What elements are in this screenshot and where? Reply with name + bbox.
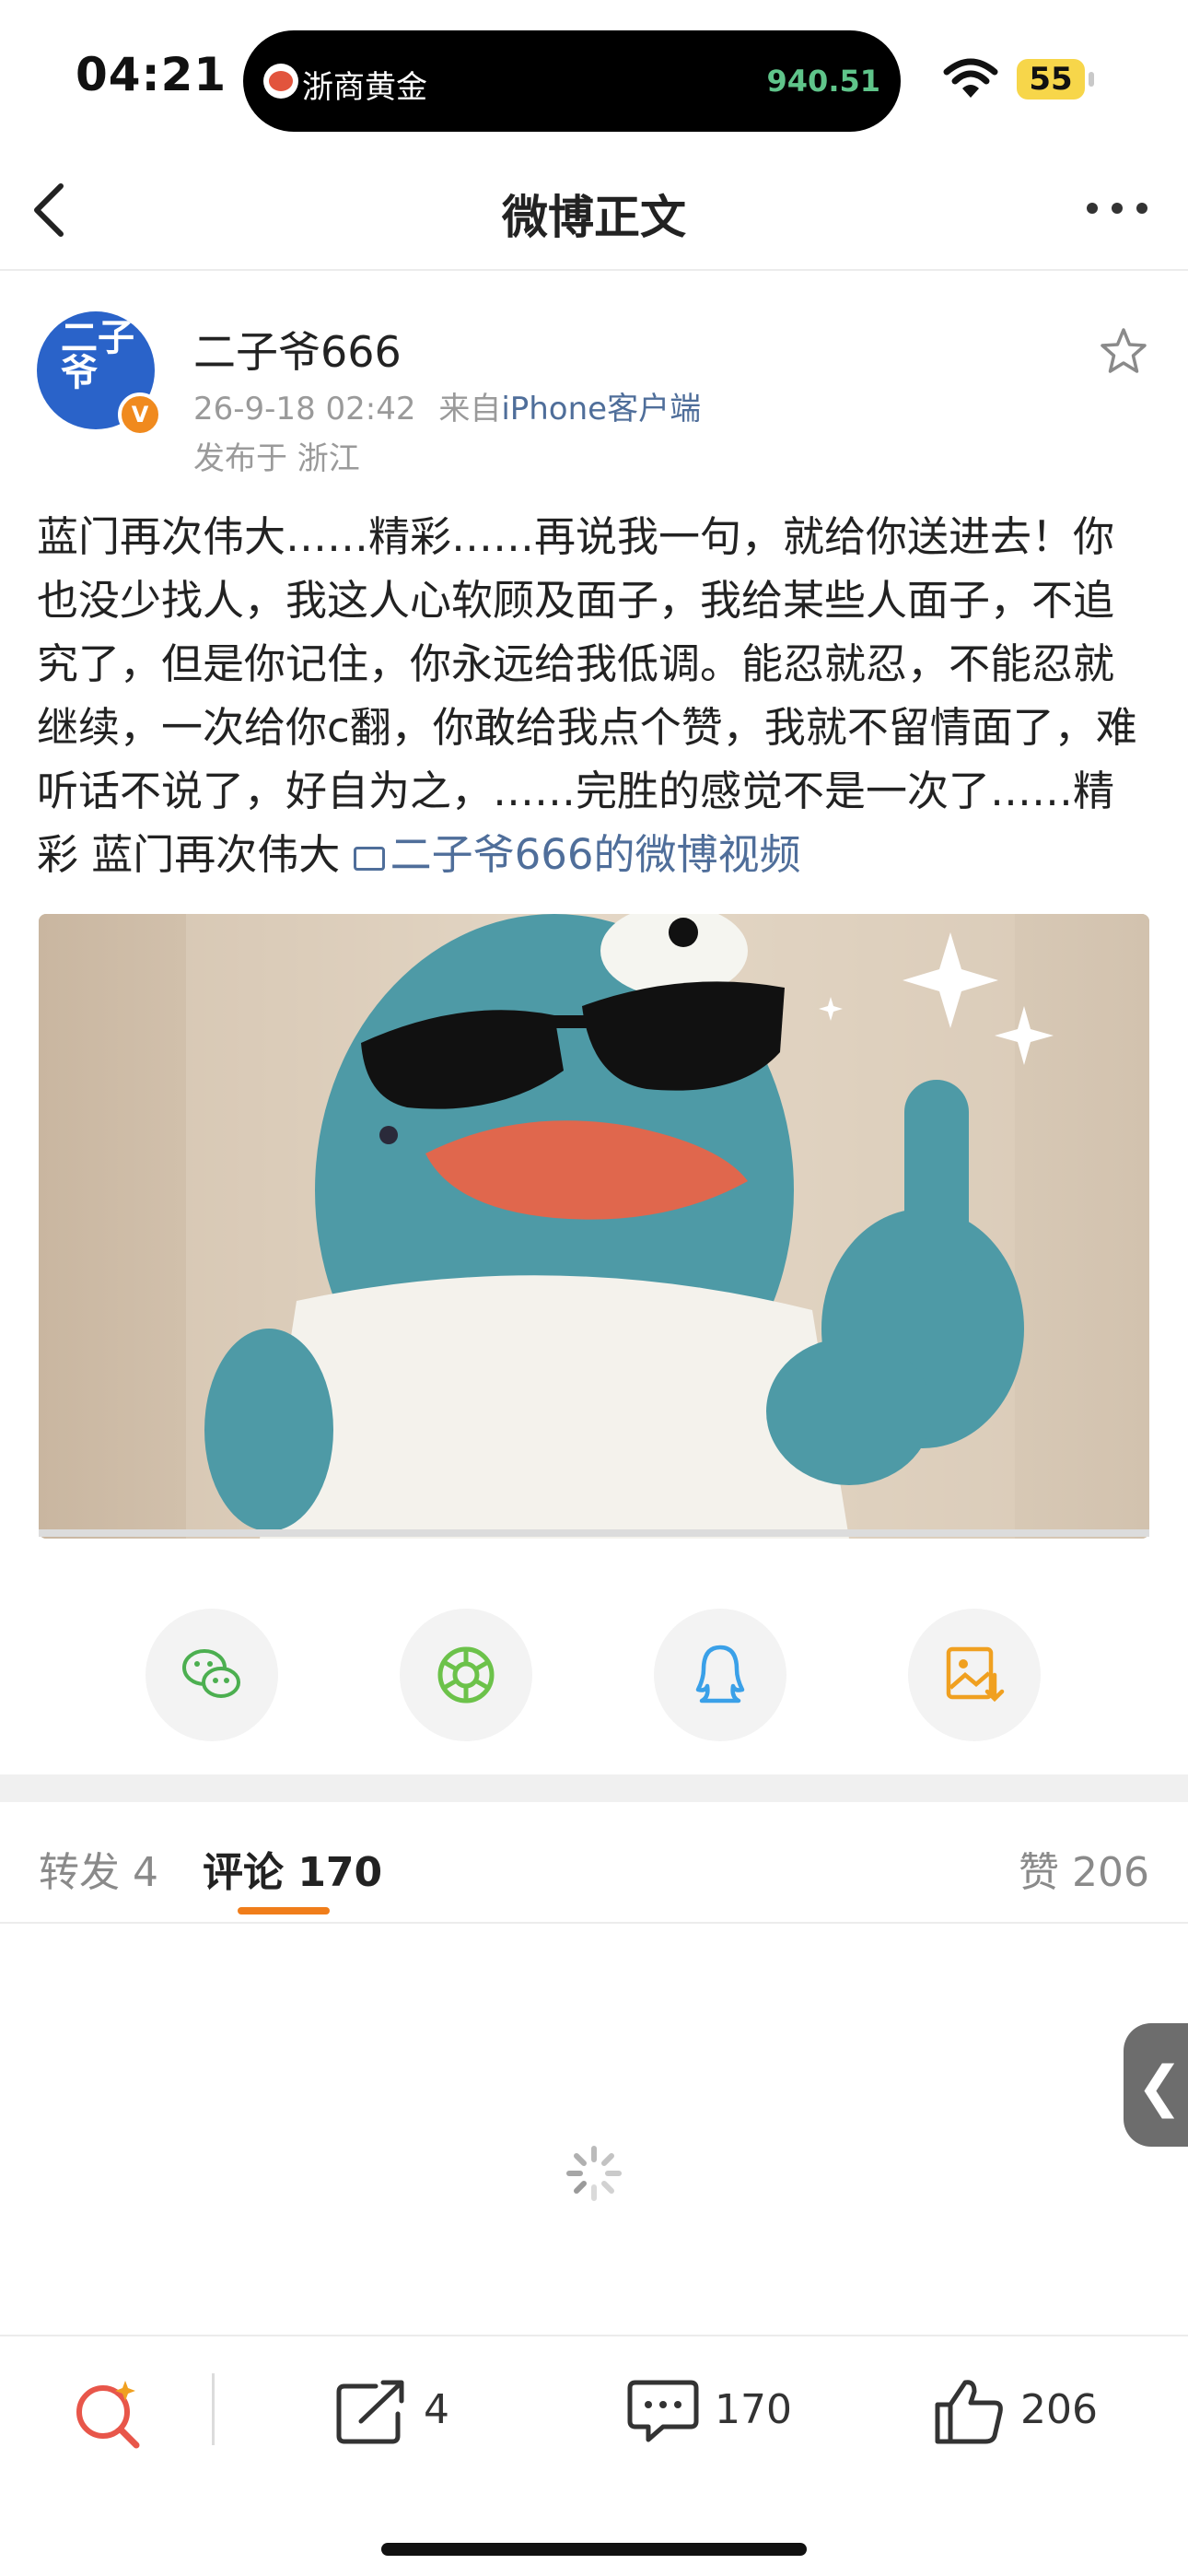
save-image-button[interactable] xyxy=(908,1609,1041,1741)
stock-price: 940.51 xyxy=(766,64,880,99)
moments-icon xyxy=(437,1646,495,1704)
share-arrow-icon xyxy=(336,2380,404,2444)
section-separator xyxy=(0,1774,1188,1802)
source-prefix: 来自 xyxy=(438,391,502,427)
video-icon xyxy=(353,847,385,871)
side-drawer-handle[interactable]: ❮ xyxy=(1124,2023,1188,2147)
like-button[interactable]: 206 xyxy=(932,2371,1135,2451)
tab-likes[interactable]: 赞 206 xyxy=(1019,1839,1149,1898)
avatar-text: 二子爷 xyxy=(61,317,134,394)
video-link[interactable]: 二子爷666的微博视频 xyxy=(353,830,801,879)
wifi-icon xyxy=(943,58,998,98)
search-icon[interactable] xyxy=(72,2377,146,2451)
repost-count: 4 xyxy=(424,2386,449,2433)
repost-button[interactable]: 4 xyxy=(335,2371,501,2451)
thumbs-up-icon xyxy=(935,2380,1003,2444)
divider xyxy=(0,269,1188,271)
post-video-thumbnail[interactable] xyxy=(39,914,1149,1539)
share-moments-button[interactable] xyxy=(400,1609,532,1741)
video-link-label: 二子爷666的微博视频 xyxy=(390,830,801,879)
share-wechat-button[interactable] xyxy=(146,1609,278,1741)
share-qq-button[interactable] xyxy=(654,1609,786,1741)
stock-app-icon xyxy=(263,64,298,99)
comment-icon xyxy=(627,2380,699,2442)
divider xyxy=(0,1922,1188,1924)
battery-cap xyxy=(1089,72,1094,87)
divider xyxy=(0,2335,1188,2336)
loading-spinner-icon xyxy=(566,2146,622,2201)
more-icon[interactable] xyxy=(1085,199,1149,217)
chevron-left-icon: ❮ xyxy=(1136,2055,1183,2119)
video-progress-bar xyxy=(39,1529,1149,1537)
post-meta: 26-9-18 02:42 来自iPhone客户端 xyxy=(193,383,701,428)
verified-badge-icon: V xyxy=(118,392,162,437)
mascot-image xyxy=(39,914,1149,1539)
post-source[interactable]: iPhone客户端 xyxy=(501,391,701,427)
wechat-icon xyxy=(182,1649,240,1698)
active-tab-indicator xyxy=(238,1907,330,1914)
qq-icon xyxy=(695,1645,745,1704)
like-count: 206 xyxy=(1020,2386,1098,2433)
post-location: 发布于 浙江 xyxy=(193,440,360,477)
home-indicator xyxy=(381,2543,807,2556)
comment-button[interactable]: 170 xyxy=(626,2371,829,2451)
stock-name: 浙商黄金 xyxy=(302,69,427,106)
author-name[interactable]: 二子爷666 xyxy=(193,319,402,380)
tab-comments[interactable]: 评论 170 xyxy=(203,1839,382,1898)
favorite-star-icon[interactable] xyxy=(1098,326,1149,378)
battery-level: 55 xyxy=(1017,59,1085,100)
comment-count: 170 xyxy=(715,2386,792,2433)
save-image-icon xyxy=(946,1646,1005,1703)
post-body-text: 蓝门再次伟大……精彩……再说我一句，就给你送进去！你也没少找人，我这人心软顾及面… xyxy=(37,512,1137,879)
status-time: 04:21 xyxy=(76,48,227,101)
dynamic-island-live-activity[interactable]: 浙商黄金 940.51 xyxy=(243,30,901,132)
tab-reposts[interactable]: 转发 4 xyxy=(39,1839,158,1898)
post-text: 蓝门再次伟大……精彩……再说我一句，就给你送进去！你也没少找人，我这人心软顾及面… xyxy=(37,505,1153,886)
page-title: 微博正文 xyxy=(502,191,686,244)
divider xyxy=(212,2373,215,2445)
post-time: 26-9-18 02:42 xyxy=(193,391,416,427)
